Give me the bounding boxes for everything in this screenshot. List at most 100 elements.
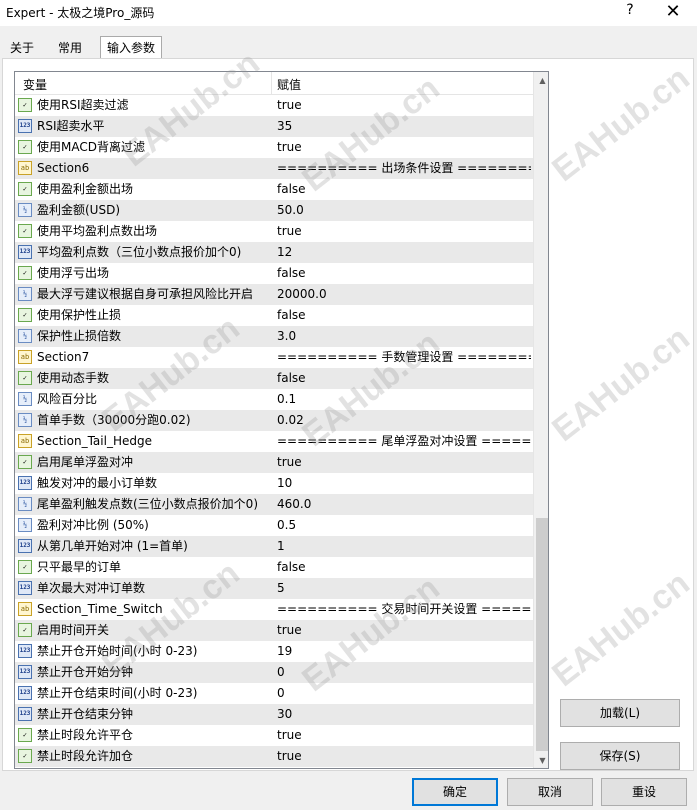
close-button[interactable]: ✕ [660, 0, 686, 24]
table-row[interactable]: ab Section6 ========== 出场条件设置 ========= [15, 158, 533, 179]
parameter-name: 盈利金额(USD) [37, 203, 121, 217]
scroll-up-icon[interactable]: ▲ [534, 72, 548, 89]
parameter-value[interactable]: 0.1 [277, 389, 531, 410]
scroll-down-icon[interactable]: ▼ [534, 752, 548, 768]
column-header-value[interactable]: 赋值 [277, 76, 301, 93]
int-123-icon: 123 [18, 476, 32, 490]
int-123-icon: 123 [18, 686, 32, 700]
table-row[interactable]: 123 禁止开仓结束分钟 30 [15, 704, 533, 725]
table-row[interactable]: ½ 盈利对冲比例 (50%) 0.5 [15, 515, 533, 536]
table-row[interactable]: ✓ 使用平均盈利点数出场 true [15, 221, 533, 242]
parameter-name: 禁止时段允许加仓 [37, 749, 134, 763]
table-row[interactable]: ab Section7 ========== 手数管理设置 ========= [15, 347, 533, 368]
parameter-name: 风险百分比 [37, 392, 98, 406]
parameter-value[interactable]: true [277, 452, 531, 473]
bool-check-icon: ✓ [18, 749, 32, 763]
table-row[interactable]: ✓ 只平最早的订单 false [15, 557, 533, 578]
parameter-value[interactable]: ========== 交易时间开关设置 ========= [277, 599, 531, 620]
parameter-value[interactable]: false [277, 368, 531, 389]
table-row[interactable]: ✓ 使用RSI超卖过滤 true [15, 95, 533, 116]
bool-check-icon: ✓ [18, 455, 32, 469]
parameter-value[interactable]: 1 [277, 536, 531, 557]
parameter-value[interactable]: true [277, 620, 531, 641]
parameter-name: 最大浮亏建议根据自身可承担风险比开启 [37, 287, 254, 301]
parameter-value[interactable]: 10 [277, 473, 531, 494]
parameter-value[interactable]: true [277, 137, 531, 158]
parameter-value[interactable]: true [277, 95, 531, 116]
column-divider[interactable] [271, 72, 272, 94]
parameter-name: Section6 [37, 161, 90, 175]
parameter-value[interactable]: ========== 手数管理设置 ========= [277, 347, 531, 368]
parameter-value[interactable]: false [277, 179, 531, 200]
table-row[interactable]: 123 单次最大对冲订单数 5 [15, 578, 533, 599]
string-ab-icon: ab [18, 434, 32, 448]
parameter-value[interactable]: 0.02 [277, 410, 531, 431]
table-row[interactable]: 123 触发对冲的最小订单数 10 [15, 473, 533, 494]
table-row[interactable]: ½ 尾单盈利触发点数(三位小数点报价加个0) 460.0 [15, 494, 533, 515]
table-row[interactable]: ab Section_Time_Switch ========== 交易时间开关设置… [15, 599, 533, 620]
double-v2-icon: ½ [18, 392, 32, 406]
save-button[interactable]: 保存(S) [560, 742, 680, 770]
table-row[interactable]: 123 禁止开仓开始时间(小时 0-23) 19 [15, 641, 533, 662]
table-row[interactable]: ½ 保护性止损倍数 3.0 [15, 326, 533, 347]
table-row[interactable]: 123 RSI超卖水平 35 [15, 116, 533, 137]
tab-inputs[interactable]: 输入参数 [100, 36, 163, 59]
help-button[interactable]: ? [620, 2, 640, 18]
table-row[interactable]: ✓ 使用动态手数 false [15, 368, 533, 389]
parameter-value[interactable]: 0.5 [277, 515, 531, 536]
parameter-name: 使用盈利金额出场 [37, 182, 134, 196]
table-row[interactable]: ✓ 禁止时段允许平仓 true [15, 725, 533, 746]
parameter-value[interactable]: 3.0 [277, 326, 531, 347]
table-row[interactable]: 123 从第几单开始对冲 (1=首单) 1 [15, 536, 533, 557]
parameter-name: 使用MACD背离过滤 [37, 140, 145, 154]
parameter-value[interactable]: 0 [277, 662, 531, 683]
parameter-value[interactable]: false [277, 263, 531, 284]
tab-common[interactable]: 常用 [52, 38, 88, 58]
parameter-value[interactable]: 19 [277, 641, 531, 662]
parameter-value[interactable]: ========== 尾单浮盈对冲设置 ========= [277, 431, 531, 452]
vertical-scrollbar[interactable]: ▲ ▼ [533, 72, 548, 768]
parameter-value[interactable]: ========== 出场条件设置 ========= [277, 158, 531, 179]
parameter-name: 启用时间开关 [37, 623, 110, 637]
parameter-value[interactable]: true [277, 221, 531, 242]
bool-check-icon: ✓ [18, 98, 32, 112]
parameter-value[interactable]: 20000.0 [277, 284, 531, 305]
table-row[interactable]: ✓ 使用MACD背离过滤 true [15, 137, 533, 158]
table-row[interactable]: ½ 风险百分比 0.1 [15, 389, 533, 410]
scroll-thumb[interactable] [536, 518, 548, 751]
parameter-name: RSI超卖水平 [37, 119, 105, 133]
parameter-value[interactable]: true [277, 746, 531, 767]
parameter-name: 禁止开仓结束时间(小时 0-23) [37, 686, 198, 700]
table-row[interactable]: ab Section_Tail_Hedge ========== 尾单浮盈对冲设置 … [15, 431, 533, 452]
table-row[interactable]: ½ 盈利金额(USD) 50.0 [15, 200, 533, 221]
table-row[interactable]: ½ 首单手数（30000分跑0.02) 0.02 [15, 410, 533, 431]
parameter-value[interactable]: false [277, 305, 531, 326]
load-button[interactable]: 加载(L) [560, 699, 680, 727]
parameter-name: 从第几单开始对冲 (1=首单) [37, 539, 188, 553]
table-row[interactable]: ✓ 禁止时段允许加仓 true [15, 746, 533, 767]
table-row[interactable]: ✓ 使用盈利金额出场 false [15, 179, 533, 200]
table-row[interactable]: ✓ 启用尾单浮盈对冲 true [15, 452, 533, 473]
parameter-value[interactable]: true [277, 725, 531, 746]
ok-button[interactable]: 确定 [412, 778, 498, 806]
parameter-value[interactable]: 35 [277, 116, 531, 137]
parameter-value[interactable]: 460.0 [277, 494, 531, 515]
parameter-value[interactable]: 0 [277, 683, 531, 704]
column-header-variable[interactable]: 变量 [23, 76, 47, 93]
table-row[interactable]: ½ 最大浮亏建议根据自身可承担风险比开启 20000.0 [15, 284, 533, 305]
table-row[interactable]: ✓ 使用保护性止损 false [15, 305, 533, 326]
parameter-name: 保护性止损倍数 [37, 329, 122, 343]
reset-button[interactable]: 重设 [601, 778, 687, 806]
cancel-button[interactable]: 取消 [507, 778, 593, 806]
parameter-value[interactable]: false [277, 557, 531, 578]
parameter-value[interactable]: 12 [277, 242, 531, 263]
table-row[interactable]: ✓ 启用时间开关 true [15, 620, 533, 641]
table-row[interactable]: 123 禁止开仓结束时间(小时 0-23) 0 [15, 683, 533, 704]
table-row[interactable]: 123 禁止开仓开始分钟 0 [15, 662, 533, 683]
table-row[interactable]: ✓ 使用浮亏出场 false [15, 263, 533, 284]
parameter-value[interactable]: 5 [277, 578, 531, 599]
parameter-value[interactable]: 30 [277, 704, 531, 725]
table-row[interactable]: 123 平均盈利点数（三位小数点报价加个0) 12 [15, 242, 533, 263]
parameter-value[interactable]: 50.0 [277, 200, 531, 221]
tab-about[interactable]: 关于 [4, 38, 40, 58]
